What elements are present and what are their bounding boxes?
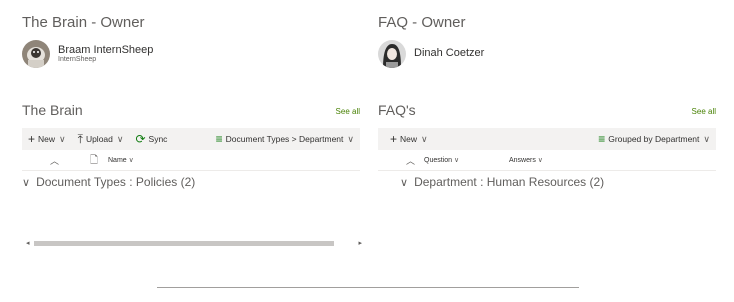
- command-bar: + New ∨ ≡ Grouped by Department ∨: [378, 128, 716, 150]
- see-all-link[interactable]: See all: [692, 107, 716, 116]
- view-lines-icon: ≡: [598, 132, 606, 146]
- column-answers-label: Answers: [509, 157, 536, 164]
- chevron-up-icon[interactable]: ︿: [406, 154, 415, 167]
- scrollbar-thumb[interactable]: [34, 241, 334, 246]
- new-label: New: [38, 134, 56, 144]
- sync-label: Sync: [148, 134, 168, 144]
- column-header-answers[interactable]: Answers ∨: [509, 156, 543, 164]
- column-name-label: Name: [108, 157, 127, 164]
- command-bar: + New ∨ ⤒ Upload ∨ ⟳ Sync ≡ Document Typ…: [22, 128, 360, 150]
- avatar[interactable]: [378, 40, 406, 68]
- chevron-down-icon: ∨: [116, 133, 124, 144]
- chevron-down-icon[interactable]: ∨: [22, 177, 30, 189]
- plus-icon: +: [390, 132, 398, 146]
- owner-title: The Brain - Owner: [22, 14, 145, 31]
- plus-icon: +: [28, 132, 36, 146]
- chevron-down-icon: ∨: [347, 133, 354, 144]
- list-header: ︿ 🗋 Name ∨: [22, 152, 360, 171]
- upload-arrow-icon: ⤒: [77, 132, 83, 146]
- chevron-down-icon: ∨: [537, 157, 543, 164]
- view-switcher[interactable]: ≡ Document Types > Department ∨: [210, 128, 360, 150]
- chevron-down-icon: ∨: [59, 133, 66, 144]
- owner-title: FAQ - Owner: [378, 14, 466, 31]
- owner-name[interactable]: Braam InternSheep: [58, 44, 153, 57]
- file-icon: 🗋: [90, 155, 99, 166]
- divider: [157, 287, 579, 288]
- view-label: Grouped by Department: [608, 134, 700, 144]
- column-question-label: Question: [424, 157, 453, 164]
- group-header[interactable]: ∨ Document Types : Policies (2): [22, 175, 195, 189]
- chevron-up-icon[interactable]: ︿: [50, 154, 59, 167]
- chevron-down-icon: ∨: [453, 157, 460, 164]
- view-switcher[interactable]: ≡ Grouped by Department ∨: [592, 128, 716, 150]
- owner-name[interactable]: Dinah Coetzer: [414, 48, 484, 60]
- avatar[interactable]: [22, 40, 50, 68]
- new-button[interactable]: + New ∨: [378, 128, 434, 150]
- sync-icon: ⟳: [135, 132, 146, 146]
- upload-label: Upload: [85, 134, 113, 144]
- group-label: Document Types : Policies (2): [36, 175, 196, 189]
- owner-card[interactable]: Dinah Coetzer: [378, 40, 484, 68]
- see-all-link[interactable]: See all: [336, 107, 360, 116]
- scroll-left-icon[interactable]: ◂: [26, 239, 30, 247]
- view-label: Document Types > Department: [225, 134, 344, 144]
- view-lines-icon: ≡: [215, 132, 223, 146]
- new-label: New: [400, 134, 418, 144]
- section-title[interactable]: FAQ's: [378, 102, 416, 118]
- list-header: ︿ Question ∨ Answers ∨: [378, 152, 716, 171]
- group-header[interactable]: ∨ Department : Human Resources (2): [400, 175, 604, 189]
- new-button[interactable]: + New ∨: [22, 128, 72, 150]
- chevron-down-icon: ∨: [703, 133, 710, 144]
- column-header-name[interactable]: Name ∨: [108, 156, 134, 164]
- column-header-question[interactable]: Question ∨: [424, 156, 459, 164]
- section-title[interactable]: The Brain: [22, 102, 83, 118]
- sync-button[interactable]: ⟳ Sync: [129, 128, 173, 150]
- group-label: Department : Human Resources (2): [414, 175, 605, 189]
- upload-button[interactable]: ⤒ Upload ∨: [72, 128, 130, 150]
- chevron-down-icon: ∨: [421, 133, 428, 144]
- owner-card[interactable]: Braam InternSheep InternSheep: [22, 40, 153, 68]
- scroll-right-icon[interactable]: ▸: [358, 239, 362, 247]
- chevron-down-icon: ∨: [128, 157, 134, 164]
- owner-subtitle: InternSheep: [58, 56, 97, 64]
- chevron-down-icon[interactable]: ∨: [400, 177, 408, 189]
- horizontal-scrollbar[interactable]: ◂ ▸: [26, 239, 362, 248]
